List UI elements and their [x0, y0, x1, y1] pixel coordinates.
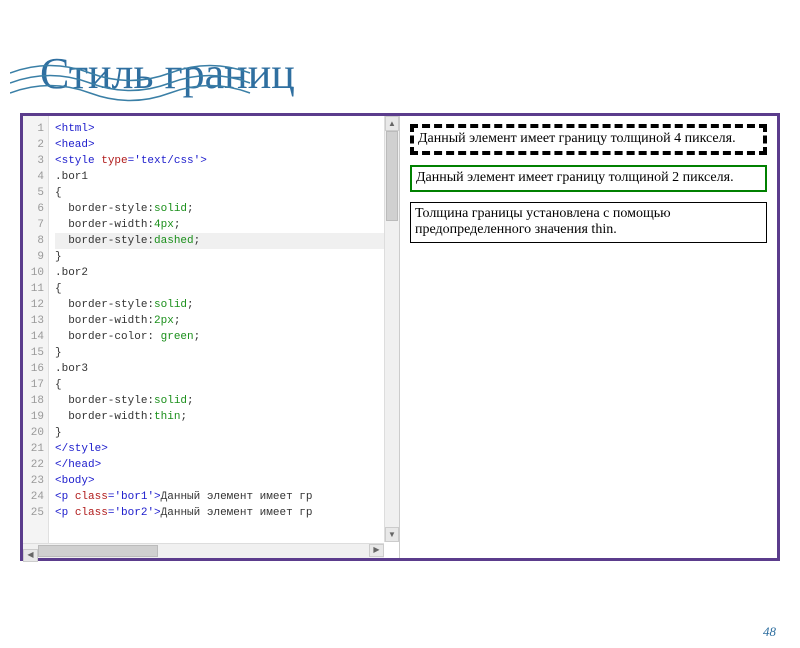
preview-box-dashed: Данный элемент имеет границу толщиной 4 …: [410, 124, 767, 155]
horizontal-scrollbar[interactable]: ◀ ▶: [23, 543, 384, 558]
vertical-scrollbar[interactable]: ▲ ▼: [384, 116, 399, 542]
scroll-thumb-horizontal[interactable]: [38, 545, 158, 557]
scroll-up-arrow[interactable]: ▲: [385, 116, 399, 131]
header-wave-decoration: [10, 58, 270, 108]
code-editor-pane: 1234567891011121314151617181920212223242…: [23, 116, 400, 558]
preview-box-thin: Толщина границы установлена с помощью пр…: [410, 202, 767, 244]
line-number-gutter: 1234567891011121314151617181920212223242…: [23, 116, 49, 558]
content-frame: 1234567891011121314151617181920212223242…: [20, 113, 780, 561]
page-number: 48: [763, 624, 776, 640]
scroll-left-arrow[interactable]: ◀: [23, 549, 38, 562]
scroll-right-arrow[interactable]: ▶: [369, 544, 384, 557]
code-source[interactable]: <html> <head> <style type='text/css'> .b…: [49, 116, 399, 558]
preview-box-green: Данный элемент имеет границу толщиной 2 …: [410, 165, 767, 192]
browser-preview-pane: Данный элемент имеет границу толщиной 4 …: [400, 116, 777, 558]
scroll-thumb-vertical[interactable]: [386, 131, 398, 221]
scroll-down-arrow[interactable]: ▼: [385, 527, 399, 542]
